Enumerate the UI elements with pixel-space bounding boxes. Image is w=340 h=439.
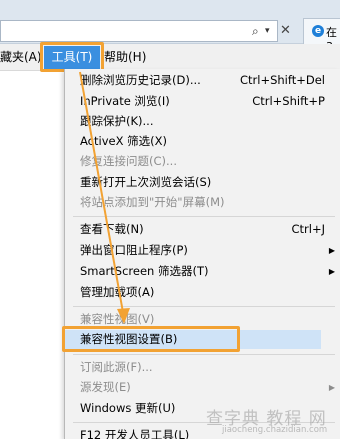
menu-item-feed-discovery: 源发现(E) ▶ xyxy=(65,378,340,397)
menu-separator xyxy=(73,354,335,355)
watermark-url: jiaocheng.chazidian.com xyxy=(222,425,328,435)
menu-item-add-to-start: 将站点添加到"开始"屏幕(M) xyxy=(80,195,225,209)
menu-item-fix-connection: 修复连接问题(C)... xyxy=(80,154,177,168)
menu-favorites[interactable]: 藏夹(A) xyxy=(0,48,42,66)
browser-tab[interactable]: e 在 3 xyxy=(303,18,340,53)
menu-item-view-downloads[interactable]: 查看下载(N) Ctrl+J xyxy=(65,220,340,239)
compat-settings-highlight-box xyxy=(62,326,240,352)
tools-dropdown-menu: 删除浏览历史记录(D)... Ctrl+Shift+Del InPrivate … xyxy=(64,69,340,439)
ie-icon: e xyxy=(312,25,324,37)
tools-highlight-box xyxy=(40,42,104,72)
address-field[interactable] xyxy=(0,20,278,42)
menu-item-delete-history[interactable]: 删除浏览历史记录(D)... Ctrl+Shift+Del xyxy=(65,71,340,90)
menu-item-activex-filter[interactable]: ActiveX 筛选(X) xyxy=(65,132,340,151)
menu-item-popup-blocker[interactable]: 弹出窗口阻止程序(P) ▶ xyxy=(65,241,340,260)
chevron-down-icon[interactable]: ▾ xyxy=(265,20,277,42)
refresh-icon[interactable]: ✕ xyxy=(280,20,294,42)
menu-item-subscribe-feed: 订阅此源(F)... xyxy=(80,360,153,374)
menu-item-manage-addons[interactable]: 管理加载项(A) xyxy=(65,283,340,302)
submenu-arrow-icon: ▶ xyxy=(328,383,335,392)
menu-separator xyxy=(73,306,335,307)
submenu-arrow-icon: ▶ xyxy=(328,267,335,276)
address-bar: ⌕ ▾ ✕ e 在 3 xyxy=(0,0,340,53)
page-content xyxy=(0,72,64,439)
menu-item-inprivate[interactable]: InPrivate 浏览(I) Ctrl+Shift+P xyxy=(65,92,340,111)
menu-item-reopen-session[interactable]: 重新打开上次浏览会话(S) xyxy=(65,173,340,192)
menu-help[interactable]: 帮助(H) xyxy=(104,48,146,66)
menu-separator xyxy=(73,216,335,217)
menu-item-tracking-protection[interactable]: 跟踪保护(K)... xyxy=(65,112,340,131)
search-icon[interactable]: ⌕ xyxy=(252,20,266,42)
submenu-arrow-icon: ▶ xyxy=(328,246,335,255)
menu-item-smartscreen[interactable]: SmartScreen 筛选器(T) ▶ xyxy=(65,262,340,281)
